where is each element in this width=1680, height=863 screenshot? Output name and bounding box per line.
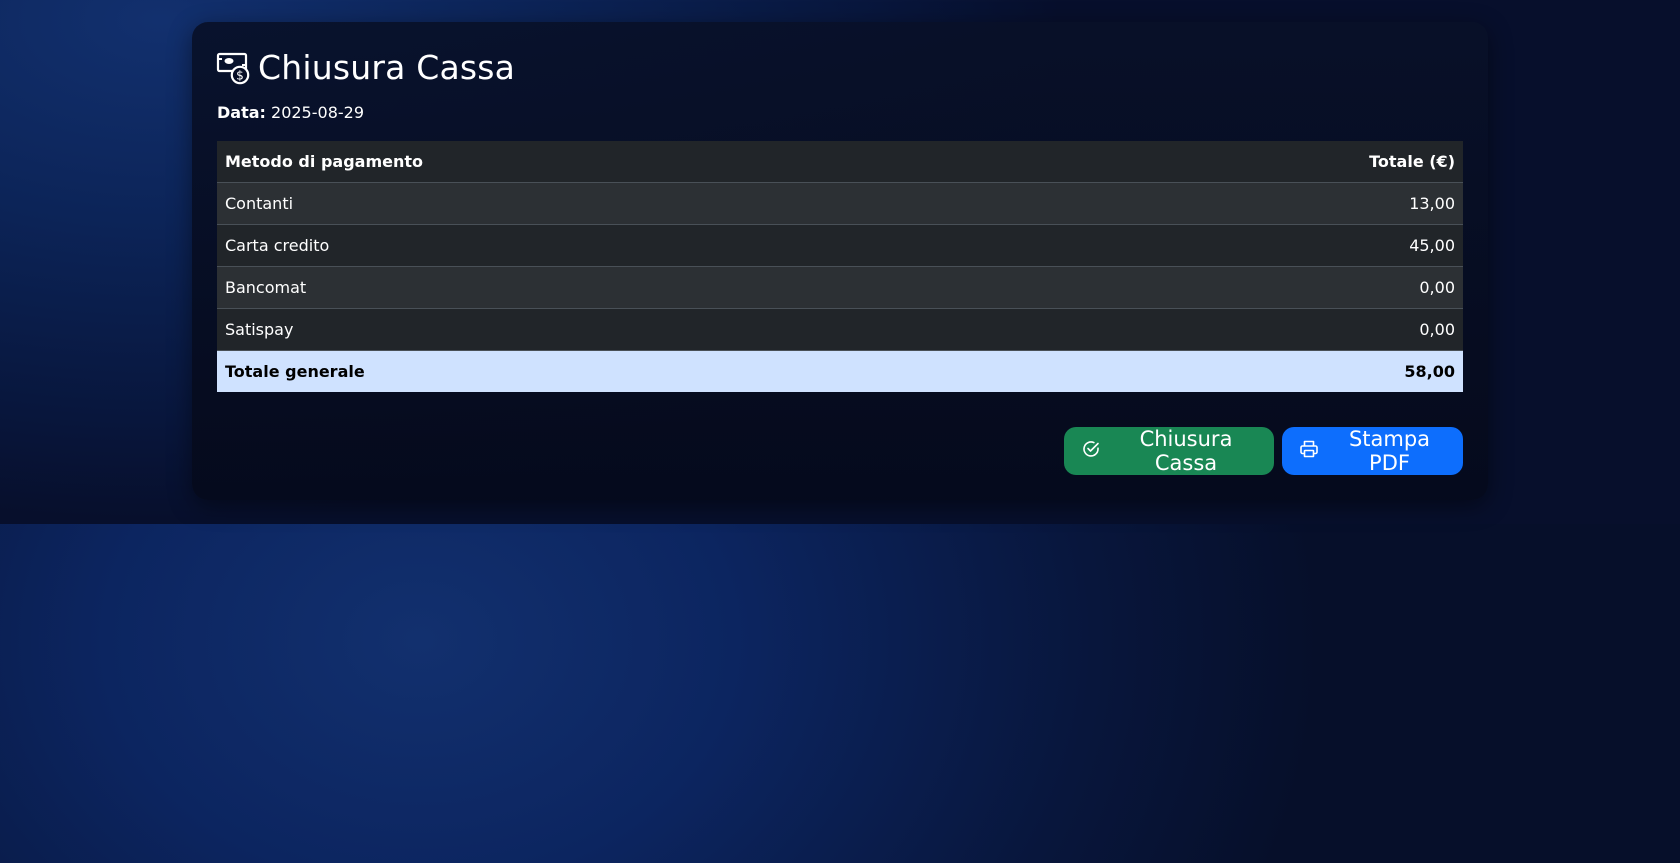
print-pdf-button[interactable]: Stampa PDF xyxy=(1282,427,1463,475)
page-header: $ Chiusura Cassa xyxy=(216,48,515,88)
check-circle-icon xyxy=(1081,439,1101,464)
table-row: Contanti 13,00 xyxy=(217,182,1463,225)
grand-total-value: 58,00 xyxy=(1404,362,1455,381)
payment-method-cell: Carta credito xyxy=(225,236,330,255)
date-label: Data: xyxy=(217,103,266,122)
print-pdf-label: Stampa PDF xyxy=(1348,427,1431,475)
cash-coin-icon: $ xyxy=(216,51,250,85)
printer-icon xyxy=(1299,439,1319,464)
close-register-label: Chiusura Cassa xyxy=(1139,427,1233,475)
payment-method-cell: Bancomat xyxy=(225,278,307,297)
date-value: 2025-08-29 xyxy=(271,103,364,122)
close-register-button[interactable]: Chiusura Cassa xyxy=(1064,427,1274,475)
cash-closing-card: $ Chiusura Cassa Data: 2025-08-29 Metodo… xyxy=(192,22,1488,500)
svg-text:$: $ xyxy=(236,69,244,83)
payment-total-cell: 45,00 xyxy=(1409,236,1455,255)
table-row: Bancomat 0,00 xyxy=(217,266,1463,309)
payment-total-cell: 0,00 xyxy=(1419,278,1455,297)
grand-total-row: Totale generale 58,00 xyxy=(217,350,1463,392)
payment-total-cell: 13,00 xyxy=(1409,194,1455,213)
payment-method-cell: Contanti xyxy=(225,194,294,213)
table-row: Satispay 0,00 xyxy=(217,308,1463,351)
table-row: Carta credito 45,00 xyxy=(217,224,1463,267)
payment-method-cell: Satispay xyxy=(225,320,294,339)
column-header-total: Totale (€) xyxy=(1369,152,1455,171)
page-title: Chiusura Cassa xyxy=(258,48,516,87)
payment-total-cell: 0,00 xyxy=(1419,320,1455,339)
table-header-row: Metodo di pagamento Totale (€) xyxy=(217,141,1463,183)
payment-totals-table: Metodo di pagamento Totale (€) Contanti … xyxy=(217,141,1463,392)
column-header-method: Metodo di pagamento xyxy=(225,152,423,171)
grand-total-label: Totale generale xyxy=(225,362,365,381)
date-row: Data: 2025-08-29 xyxy=(217,102,364,124)
